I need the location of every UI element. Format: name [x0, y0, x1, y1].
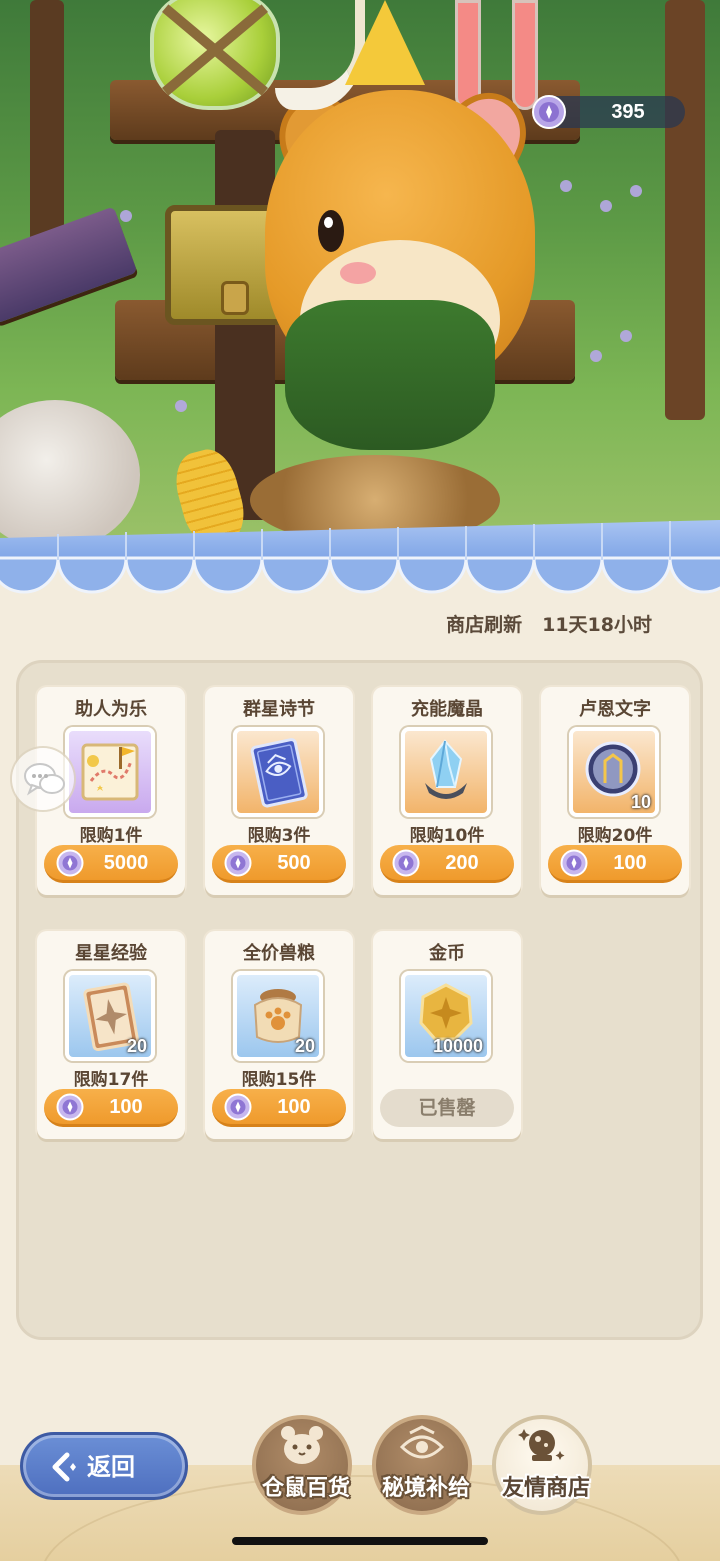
- item-icon-frame: 10: [569, 727, 659, 817]
- item-title: 群星诗节: [243, 699, 315, 720]
- chat-icon: [24, 763, 65, 796]
- item-limit: 限购1件: [79, 826, 143, 846]
- tree-trunk: [30, 0, 64, 260]
- item-limit: 限购3件: [247, 826, 311, 846]
- back-button[interactable]: 返回: [20, 1432, 188, 1500]
- item-title: 星星经验: [75, 943, 147, 964]
- item-title: 金币: [429, 943, 465, 964]
- hamster-eye: [318, 210, 344, 252]
- purple-coin-icon: [560, 849, 588, 877]
- treasure-map-icon: [81, 743, 139, 801]
- shop-item-card[interactable]: 充能魔晶 限购10件 200: [373, 687, 521, 895]
- potion-bottle: [150, 0, 280, 110]
- shop-items-panel: 助人为乐 限购1件 5000 群星诗节 限购3件 500 充能魔晶 限购10件 …: [16, 660, 703, 1340]
- back-arrow-icon: [52, 1452, 76, 1482]
- star-card-icon: [250, 738, 308, 808]
- shop-refresh-info: 商店刷新 11天18小时: [446, 610, 652, 637]
- shop-item-card[interactable]: 金币 10000 已售罄: [373, 931, 521, 1139]
- refresh-label: 商店刷新: [446, 614, 523, 636]
- item-price: 100: [613, 852, 647, 874]
- crystal-ball-icon: [518, 1429, 565, 1461]
- eye-emblem-icon: [399, 1425, 445, 1459]
- item-title: 助人为乐: [75, 699, 147, 720]
- item-icon-frame: 20: [233, 971, 323, 1061]
- tab-friendship-shop[interactable]: 友情商店: [492, 1415, 600, 1523]
- buy-button[interactable]: 500: [212, 845, 346, 883]
- purple-coin-icon: [56, 1093, 84, 1121]
- shop-scene: 395: [0, 0, 720, 560]
- item-quantity: 20: [126, 1036, 147, 1056]
- item-icon-frame: 10000: [401, 971, 491, 1061]
- home-indicator: [232, 1537, 488, 1545]
- crystal-icon: [425, 739, 467, 799]
- item-price: 100: [109, 1096, 143, 1118]
- item-title: 充能魔晶: [411, 699, 483, 720]
- item-quantity: 20: [294, 1036, 315, 1056]
- currency-amount: 395: [611, 101, 645, 123]
- tab-secret-supply[interactable]: 秘境补给: [372, 1415, 480, 1523]
- purple-coin-icon: [224, 1093, 252, 1121]
- purple-coin-icon: [56, 849, 84, 877]
- shop-item-card[interactable]: 群星诗节 限购3件 500: [205, 687, 353, 895]
- tab-hamster-store[interactable]: 仓鼠百货: [252, 1415, 360, 1523]
- item-icon-frame: [401, 727, 491, 817]
- item-limit: 限购15件: [241, 1070, 317, 1090]
- currency-display: 395: [532, 95, 685, 129]
- item-price: 200: [445, 852, 479, 874]
- item-price: 500: [277, 852, 311, 874]
- item-price: 5000: [103, 852, 149, 874]
- hamster-face-icon: [281, 1426, 323, 1464]
- tab-label: 秘境补给: [381, 1476, 470, 1501]
- hamster-blush: [340, 262, 376, 284]
- tab-label: 友情商店: [501, 1476, 590, 1501]
- purple-coin-icon: [392, 849, 420, 877]
- yellow-crystal: [345, 0, 425, 85]
- chat-button[interactable]: [12, 748, 74, 810]
- item-quantity: 10000: [432, 1036, 483, 1056]
- item-limit: 限购10件: [409, 826, 485, 846]
- buy-button[interactable]: 100: [44, 1089, 178, 1127]
- shop-item-card[interactable]: 全价兽粮 20 限购15件 100: [205, 931, 353, 1139]
- tab-label: 仓鼠百货: [261, 1476, 350, 1501]
- item-icon-frame: [65, 727, 155, 817]
- back-label: 返回: [87, 1453, 135, 1481]
- buy-button[interactable]: 5000: [44, 845, 178, 883]
- shop-item-card[interactable]: 卢恩文字 10 限购20件 100: [541, 687, 689, 895]
- sold-out-button: 已售罄: [380, 1089, 514, 1127]
- buy-button[interactable]: 100: [212, 1089, 346, 1127]
- buy-button[interactable]: 100: [548, 845, 682, 883]
- purple-coin-icon: [532, 95, 566, 129]
- purple-coin-icon: [224, 849, 252, 877]
- item-title: 全价兽粮: [243, 943, 315, 964]
- shop-item-card[interactable]: 星星经验 20 限购17件 100: [37, 931, 185, 1139]
- item-price: 100: [277, 1096, 311, 1118]
- item-icon-frame: [233, 727, 323, 817]
- item-title: 卢恩文字: [579, 699, 651, 720]
- buy-button[interactable]: 200: [380, 845, 514, 883]
- item-limit: 限购20件: [577, 826, 653, 846]
- refresh-time: 11天18小时: [542, 614, 652, 636]
- hamster-vest: [285, 300, 495, 450]
- tree-trunk: [665, 0, 705, 420]
- shop-awning: [0, 520, 720, 594]
- item-limit: 限购17件: [73, 1070, 149, 1090]
- item-quantity: 10: [630, 792, 651, 812]
- item-icon-frame: 20: [65, 971, 155, 1061]
